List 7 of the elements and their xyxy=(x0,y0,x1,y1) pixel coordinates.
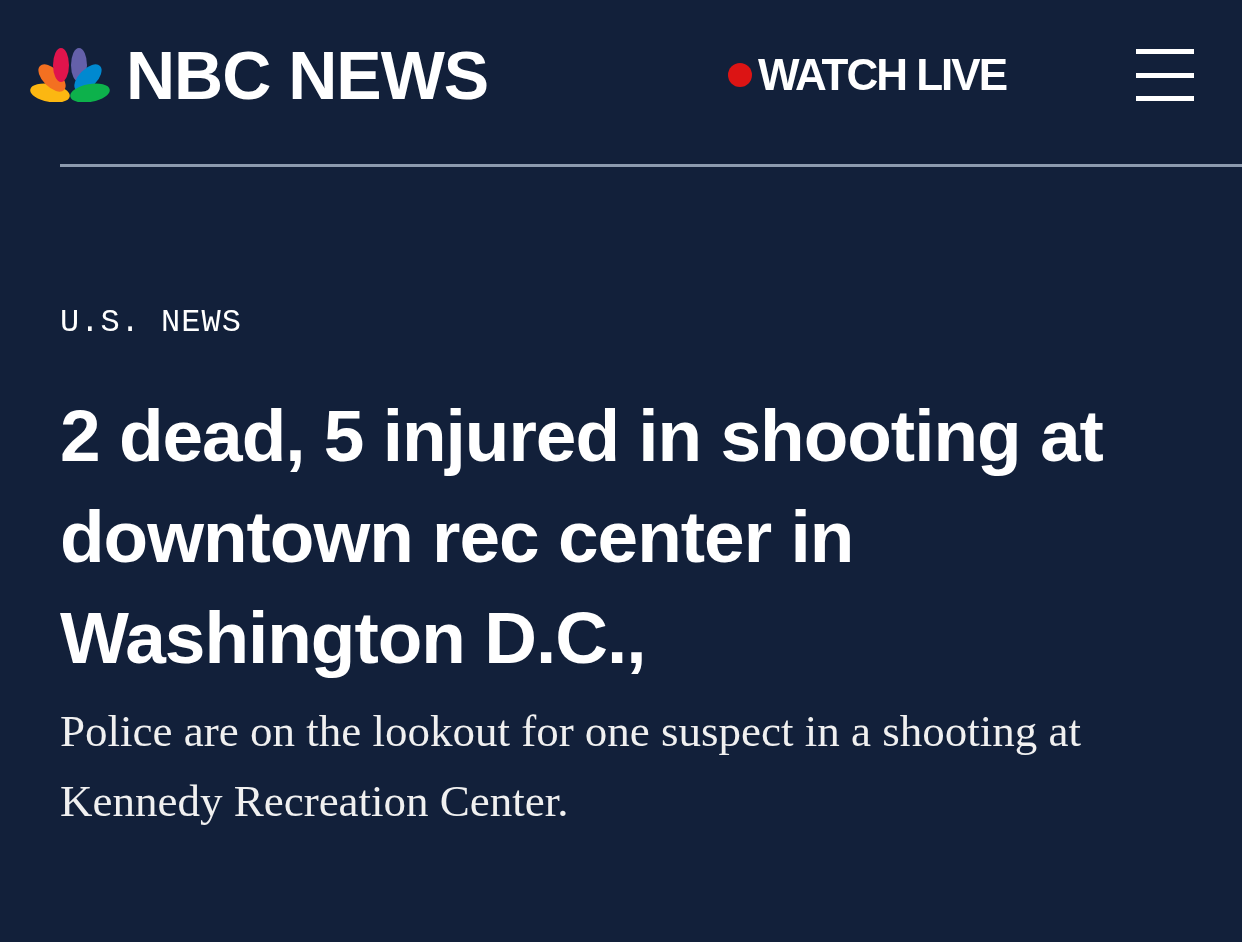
watch-live-link[interactable]: WATCH LIVE xyxy=(727,53,1006,97)
section-label[interactable]: U.S. NEWS xyxy=(60,307,242,339)
headline: 2 dead, 5 injured in shooting at downtown rec center in Washington D.C., xyxy=(60,394,1104,680)
menu-icon[interactable] xyxy=(1136,49,1194,101)
logo-wordmark[interactable]: NBC NEWS xyxy=(126,41,489,109)
peacock-logo-icon[interactable] xyxy=(30,48,110,102)
article-summary: Police are on the lookout for one suspect in a shooting at Kennedy Recreation Center. xyxy=(60,705,1083,828)
